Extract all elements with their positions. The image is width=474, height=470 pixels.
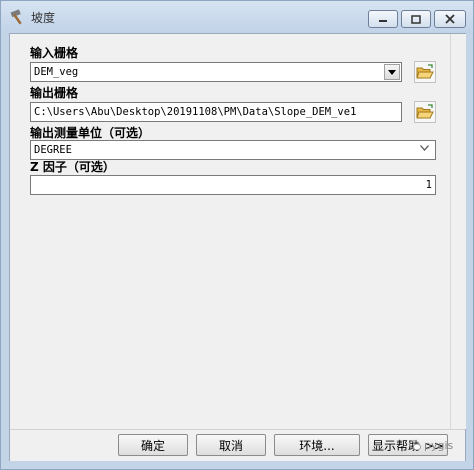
caret-down-icon [388, 69, 396, 75]
environments-button[interactable]: 环境... [274, 434, 360, 456]
folder-open-icon [416, 104, 434, 119]
output-raster-field[interactable]: C:\Users\Abu\Desktop\20191108\PM\Data\Sl… [30, 102, 402, 122]
ok-button[interactable]: 确定 [118, 434, 188, 456]
units-combo[interactable]: DEGREE [30, 140, 436, 160]
output-raster-value: C:\Users\Abu\Desktop\20191108\PM\Data\Sl… [34, 106, 357, 118]
units-value: DEGREE [34, 144, 72, 156]
minimize-icon [379, 20, 387, 22]
cancel-button[interactable]: 取消 [196, 434, 266, 456]
chevron-down-icon [420, 145, 429, 151]
zfactor-field[interactable]: 1 [30, 175, 436, 195]
zfactor-label: Z 因子（可选） [30, 160, 115, 174]
units-label: 输出测量单位（可选） [30, 126, 151, 140]
dialog-body: 输入栅格 DEM_veg 输出栅格 C:\Users\Abu\Desktop\2… [9, 33, 466, 461]
button-bar: 确定 取消 环境... 显示帮助 >> [10, 429, 465, 461]
zfactor-value: 1 [425, 179, 432, 191]
wechat-icon [409, 440, 421, 451]
close-button[interactable] [434, 10, 466, 28]
title-bar[interactable]: 坡度 [1, 1, 473, 33]
minimize-button[interactable] [368, 10, 398, 28]
input-raster-browse-button[interactable] [414, 61, 436, 83]
right-scroll-area [450, 34, 466, 429]
slope-dialog: 坡度 输入栅格 DEM_veg 输出栅格 C:\Users\Abu\Deskto… [0, 0, 474, 470]
close-icon [445, 14, 455, 24]
input-raster-label: 输入栅格 [30, 46, 79, 60]
output-raster-label: 输出栅格 [30, 86, 79, 100]
folder-open-icon [416, 64, 434, 79]
watermark-text: pygis [424, 439, 454, 452]
maximize-icon [411, 14, 421, 24]
maximize-button[interactable] [401, 10, 431, 28]
input-raster-combo[interactable]: DEM_veg [30, 62, 402, 82]
input-raster-dropdown-button[interactable] [384, 64, 400, 80]
output-raster-browse-button[interactable] [414, 101, 436, 123]
hammer-icon [10, 9, 22, 25]
input-raster-value: DEM_veg [34, 66, 79, 78]
watermark: pygis [409, 439, 453, 452]
window-title: 坡度 [31, 11, 56, 25]
